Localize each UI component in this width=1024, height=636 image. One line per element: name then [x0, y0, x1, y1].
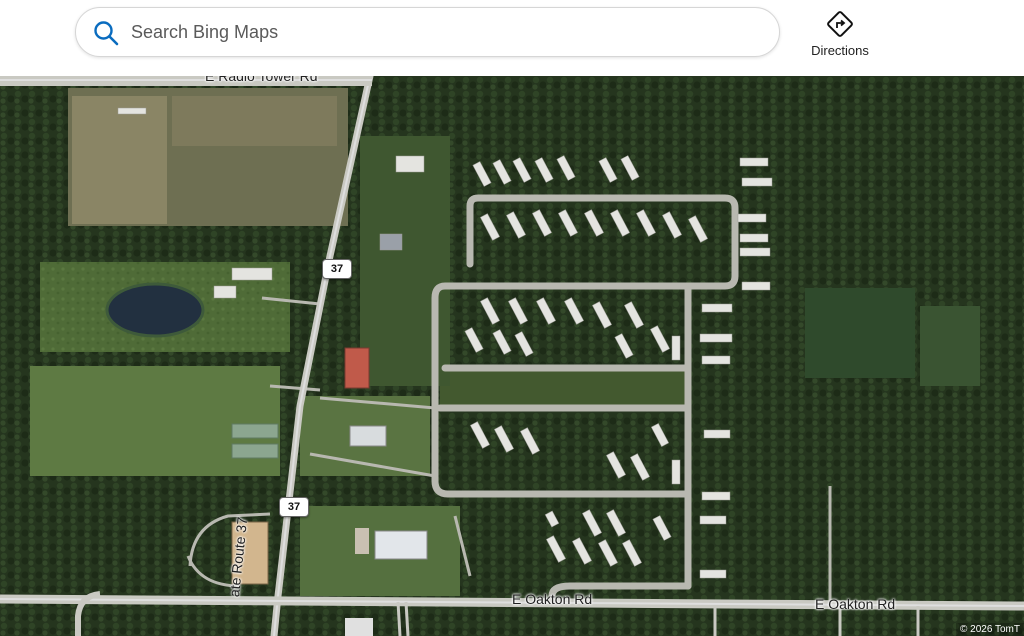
route-37-shield: 37	[322, 259, 352, 279]
building	[355, 528, 369, 554]
aerial-imagery	[0, 76, 1024, 636]
search-input[interactable]	[131, 9, 761, 55]
map-copyright: © 2026 TomT	[956, 623, 1024, 636]
wetland-area	[805, 288, 915, 378]
field-area	[440, 368, 685, 406]
directions-icon	[827, 11, 853, 37]
field-area	[30, 366, 280, 476]
building	[349, 425, 387, 447]
building	[374, 530, 428, 560]
road-label-radio-tower: E Radio Tower Rd	[205, 76, 318, 84]
top-bar: Directions	[0, 0, 1024, 76]
directions-button[interactable]: Directions	[800, 6, 880, 66]
road-label-oakton-left: E Oakton Rd	[512, 591, 593, 607]
building-green-roof	[231, 443, 279, 459]
pond	[105, 282, 205, 338]
building-green-roof	[231, 423, 279, 439]
building	[345, 618, 373, 636]
building-red-roof	[344, 347, 370, 389]
route-37-shield: 37	[279, 497, 309, 517]
search-icon[interactable]	[93, 20, 119, 46]
map-canvas[interactable]: E Radio Tower Rd E Oakton Rd E Oakton Rd…	[0, 76, 1024, 636]
directions-label: Directions	[811, 43, 869, 58]
road-label-oakton-right: E Oakton Rd	[815, 596, 896, 612]
search-box[interactable]	[75, 7, 780, 57]
